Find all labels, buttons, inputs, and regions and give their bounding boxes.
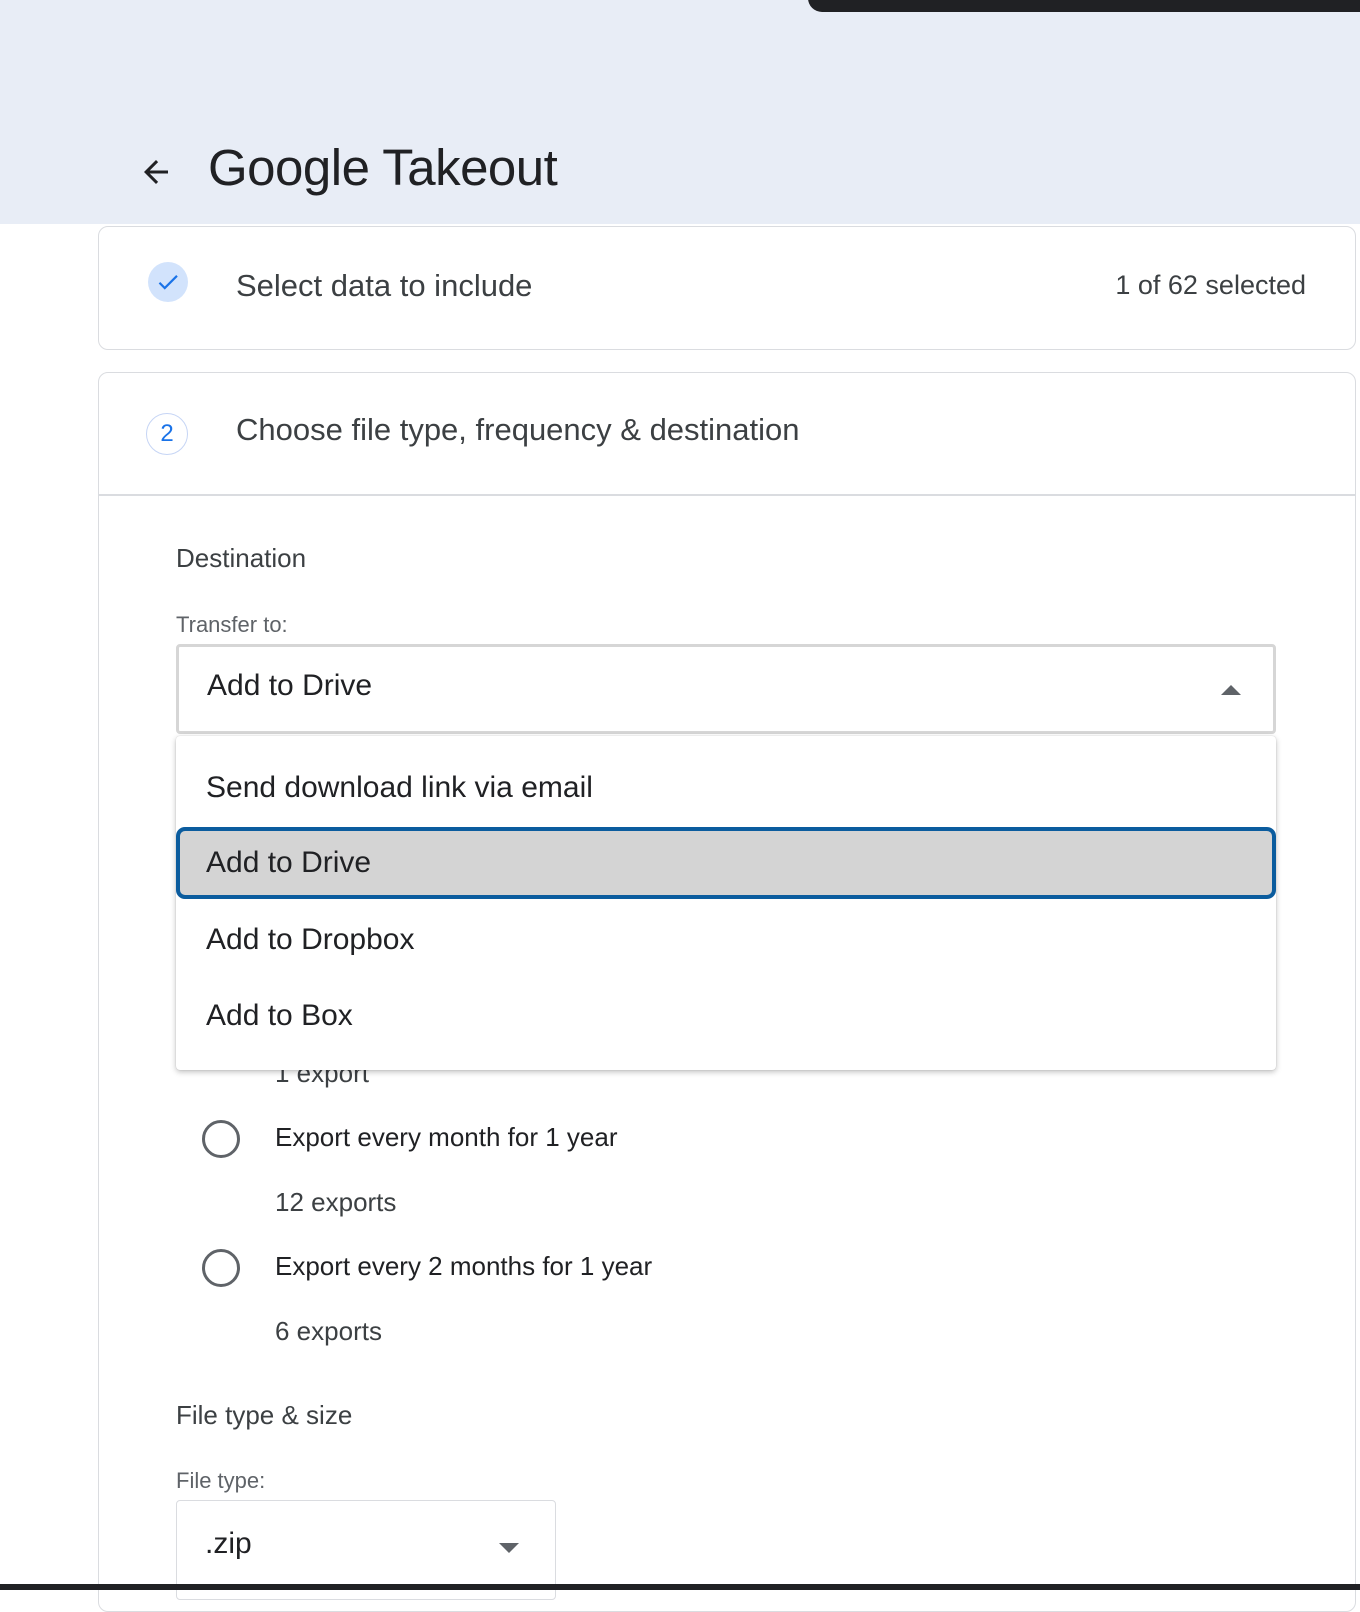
export-count-text: 12 exports — [275, 1187, 397, 1217]
export-count-text: 6 exports — [275, 1316, 382, 1346]
divider — [99, 494, 1355, 496]
bottom-bar — [0, 1584, 1360, 1590]
radio-export-bimonthly[interactable] — [202, 1249, 240, 1287]
checkmark-icon — [158, 275, 178, 290]
select-value: .zip — [205, 1527, 252, 1560]
menu-item-dropbox[interactable]: Add to Dropbox — [176, 904, 1276, 976]
select-value: Add to Drive — [207, 669, 373, 702]
caret-up-icon — [1221, 685, 1241, 695]
header-background — [0, 0, 1360, 224]
radio-export-monthly[interactable] — [202, 1120, 240, 1158]
field-label-file-type: File type: — [176, 1468, 266, 1493]
transfer-to-select[interactable]: Add to Drive — [176, 644, 1276, 734]
destination-dropdown-menu: Send download link via email Add to Driv… — [176, 736, 1276, 1070]
top-overlay-bar — [808, 0, 1360, 12]
arrow-left-icon — [144, 160, 168, 184]
caret-down-icon — [499, 1543, 519, 1553]
step-title: Select data to include — [236, 268, 533, 303]
selection-count: 1 of 62 selected — [1115, 270, 1306, 300]
section-heading-destination: Destination — [176, 543, 307, 573]
step-title: Choose file type, frequency & destinatio… — [236, 412, 800, 447]
radio-label: Export every 2 months for 1 year — [275, 1251, 653, 1281]
step-complete-badge — [148, 262, 188, 302]
page-title: Google Takeout — [208, 139, 558, 196]
section-heading-file-type: File type & size — [176, 1400, 353, 1430]
menu-item-email[interactable]: Send download link via email — [176, 752, 1276, 824]
menu-item-box[interactable]: Add to Box — [176, 980, 1276, 1052]
field-label-transfer: Transfer to: — [176, 612, 288, 637]
step-number-badge: 2 — [146, 413, 188, 455]
menu-item-drive[interactable]: Add to Drive — [176, 827, 1276, 899]
back-button[interactable] — [130, 146, 182, 198]
radio-label: Export every month for 1 year — [275, 1122, 618, 1152]
